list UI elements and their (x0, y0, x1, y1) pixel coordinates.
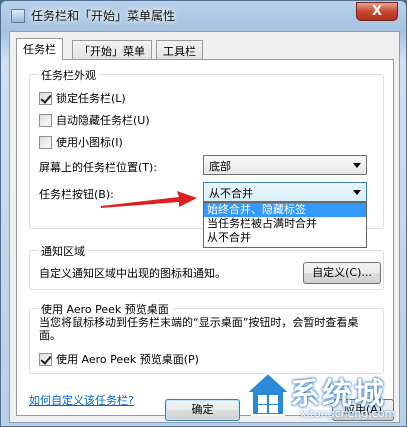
house-logo-icon (244, 371, 292, 416)
ok-button[interactable]: 确定 (165, 399, 240, 421)
watermark-url: xitongcheng.com (300, 407, 396, 420)
lock-taskbar-row[interactable]: 锁定任务栏(L) (39, 90, 126, 106)
aero-peek-label: 使用 Aero Peek 预览桌面(P) (56, 353, 199, 366)
taskbar-tab-panel: 任务栏外观 锁定任务栏(L) 自动隐藏任务栏(U) 使用小图标(I) 屏幕上的任… (16, 59, 394, 416)
tab-taskbar[interactable]: 任务栏 (16, 38, 63, 60)
title-bar[interactable]: 任务栏和「开始」菜单属性 X (1, 1, 406, 31)
autohide-row[interactable]: 自动隐藏任务栏(U) (39, 112, 150, 128)
aero-peek-group-title: 使用 Aero Peek 预览桌面 (38, 301, 172, 317)
autohide-label: 自动隐藏任务栏(U) (56, 114, 150, 127)
customize-button[interactable]: 自定义(C)... (303, 262, 381, 284)
small-icons-row[interactable]: 使用小图标(I) (39, 134, 123, 150)
properties-window: 任务栏和「开始」菜单属性 X 任务栏 「开始」菜单 工具栏 任务栏外观 锁定任务… (0, 0, 407, 427)
annotation-arrow-icon (101, 191, 197, 208)
dropdown-option[interactable]: 当任务栏被占满时合并 (204, 217, 366, 231)
window-icon (11, 9, 25, 23)
chevron-down-icon (353, 190, 361, 195)
close-button[interactable]: X (356, 2, 398, 21)
dialog-client: 任务栏 「开始」菜单 工具栏 任务栏外观 锁定任务栏(L) 自动隐藏任务栏(U)… (9, 31, 400, 423)
buttons-select[interactable]: 从不合并 (203, 182, 367, 202)
lock-taskbar-label: 锁定任务栏(L) (56, 92, 126, 105)
notification-group-title: 通知区域 (38, 243, 88, 259)
tab-start-menu[interactable]: 「开始」菜单 (72, 40, 152, 59)
watermark: 系统城 xitongcheng.com (244, 369, 404, 424)
chevron-down-icon (353, 163, 361, 168)
aero-peek-checkbox[interactable] (39, 352, 52, 366)
small-icons-label: 使用小图标(I) (56, 136, 123, 149)
buttons-dropdown-list: 始终合并、隐藏标签 当任务栏被占满时合并 从不合并 (203, 202, 367, 248)
location-select[interactable]: 底部 (203, 155, 367, 175)
window-title: 任务栏和「开始」菜单属性 (31, 9, 176, 23)
help-link[interactable]: 如何自定义该任务栏? (29, 392, 134, 408)
dropdown-option[interactable]: 从不合并 (204, 231, 366, 245)
buttons-select-value: 从不合并 (209, 187, 253, 200)
tab-toolbars[interactable]: 工具栏 (156, 40, 203, 59)
aero-peek-row[interactable]: 使用 Aero Peek 预览桌面(P) (39, 351, 199, 367)
lock-taskbar-checkbox[interactable] (39, 91, 52, 105)
location-select-value: 底部 (209, 160, 231, 173)
appearance-group-title: 任务栏外观 (38, 67, 99, 83)
dropdown-option[interactable]: 始终合并、隐藏标签 (204, 203, 366, 217)
autohide-checkbox[interactable] (39, 113, 52, 127)
location-label: 屏幕上的任务栏位置(T): (39, 161, 158, 174)
notification-description: 自定义通知区域中出现的图标和通知。 (39, 267, 226, 280)
small-icons-checkbox[interactable] (39, 135, 52, 149)
aero-peek-description: 当您将鼠标移动到任务栏末端的“显示桌面”按钮时，会暂时查看桌面。 (39, 316, 359, 342)
